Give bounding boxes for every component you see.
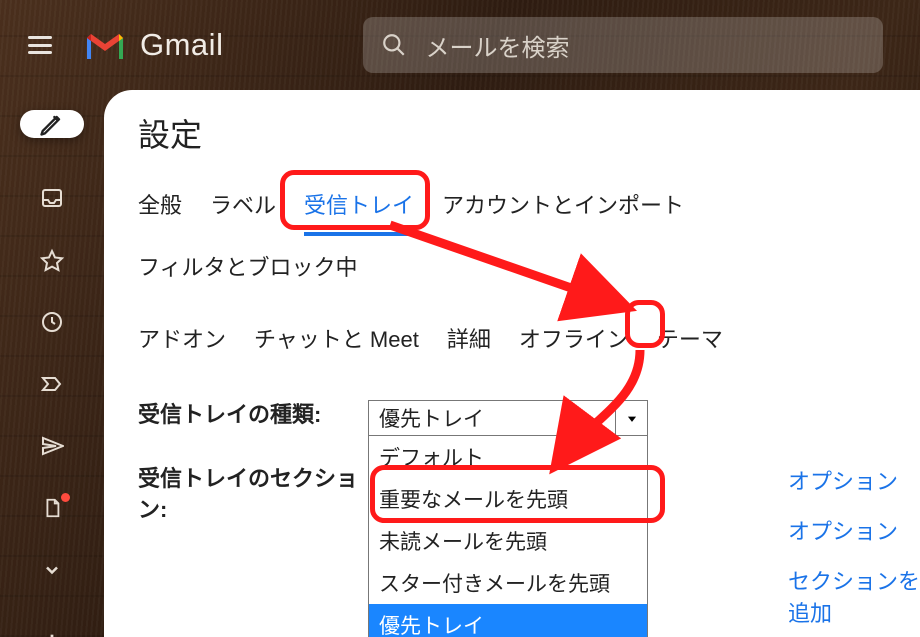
inbox-section-link-0[interactable]: オプション bbox=[788, 464, 920, 496]
search-icon bbox=[381, 32, 407, 58]
inbox-type-dropdown-toggle[interactable] bbox=[615, 401, 647, 437]
compose-button[interactable] bbox=[20, 110, 84, 138]
settings-tabs-row1: 全般 ラベル 受信トレイ アカウントとインポート フィルタとブロック中 bbox=[138, 188, 920, 288]
pencil-icon bbox=[38, 110, 66, 138]
search-bar[interactable]: メールを検索 bbox=[363, 17, 883, 73]
rail-inbox-icon[interactable] bbox=[40, 186, 64, 210]
rail-sent-icon[interactable] bbox=[40, 434, 64, 458]
rail-important-icon[interactable] bbox=[40, 372, 64, 396]
settings-title: 設定 bbox=[138, 110, 920, 156]
rail-drafts-icon[interactable] bbox=[40, 496, 64, 520]
search-placeholder: メールを検索 bbox=[425, 28, 569, 63]
tab-addons[interactable]: アドオン bbox=[138, 322, 226, 360]
inbox-section-link-1[interactable]: オプション bbox=[788, 514, 920, 546]
tab-labels[interactable]: ラベル bbox=[210, 188, 276, 226]
tab-chat-meet[interactable]: チャットと Meet bbox=[254, 322, 419, 360]
rail-add-icon[interactable] bbox=[40, 630, 64, 637]
inbox-type-value: 優先トレイ bbox=[379, 403, 484, 433]
inbox-type-select[interactable]: 優先トレイ bbox=[368, 400, 648, 436]
gmail-logo[interactable]: Gmail bbox=[84, 27, 223, 63]
drafts-badge bbox=[61, 493, 70, 502]
settings-panel: 設定 全般 ラベル 受信トレイ アカウントとインポート フィルタとブロック中 ア… bbox=[104, 90, 920, 637]
inbox-type-option-unread[interactable]: 未読メールを先頭 bbox=[369, 520, 647, 562]
tab-inbox[interactable]: 受信トレイ bbox=[304, 188, 414, 226]
gmail-logo-icon bbox=[84, 29, 126, 61]
gmail-logo-text: Gmail bbox=[140, 27, 223, 63]
tab-advanced[interactable]: 詳細 bbox=[447, 322, 491, 360]
tab-accounts[interactable]: アカウントとインポート bbox=[442, 188, 684, 226]
rail-starred-icon[interactable] bbox=[40, 248, 64, 272]
tab-filters[interactable]: フィルタとブロック中 bbox=[138, 250, 358, 288]
inbox-type-option-starred[interactable]: スター付きメールを先頭 bbox=[369, 562, 647, 604]
tab-themes[interactable]: テーマ bbox=[657, 322, 723, 360]
inbox-type-option-default[interactable]: デフォルト bbox=[369, 436, 647, 478]
inbox-type-option-priority[interactable]: 優先トレイ bbox=[369, 604, 647, 637]
main-menu-button[interactable] bbox=[28, 36, 52, 54]
inbox-sections-label: 受信トレイのセクション: bbox=[138, 464, 368, 526]
inbox-type-label: 受信トレイの種類: bbox=[138, 400, 368, 431]
settings-tabs-row2: アドオン チャットと Meet 詳細 オフライン テーマ bbox=[138, 322, 920, 360]
rail-snoozed-icon[interactable] bbox=[40, 310, 64, 334]
inbox-type-dropdown: デフォルト 重要なメールを先頭 未読メールを先頭 スター付きメールを先頭 優先ト… bbox=[368, 436, 648, 637]
chevron-down-icon bbox=[625, 412, 639, 426]
left-rail bbox=[0, 90, 104, 637]
inbox-section-link-2[interactable]: セクションを追加 bbox=[788, 564, 920, 628]
rail-more-icon[interactable] bbox=[40, 558, 64, 582]
tab-offline[interactable]: オフライン bbox=[519, 322, 629, 360]
inbox-type-option-important[interactable]: 重要なメールを先頭 bbox=[369, 478, 647, 520]
tab-general[interactable]: 全般 bbox=[138, 188, 182, 226]
inbox-sections-options: オプション オプション セクションを追加 オプション bbox=[788, 464, 920, 637]
